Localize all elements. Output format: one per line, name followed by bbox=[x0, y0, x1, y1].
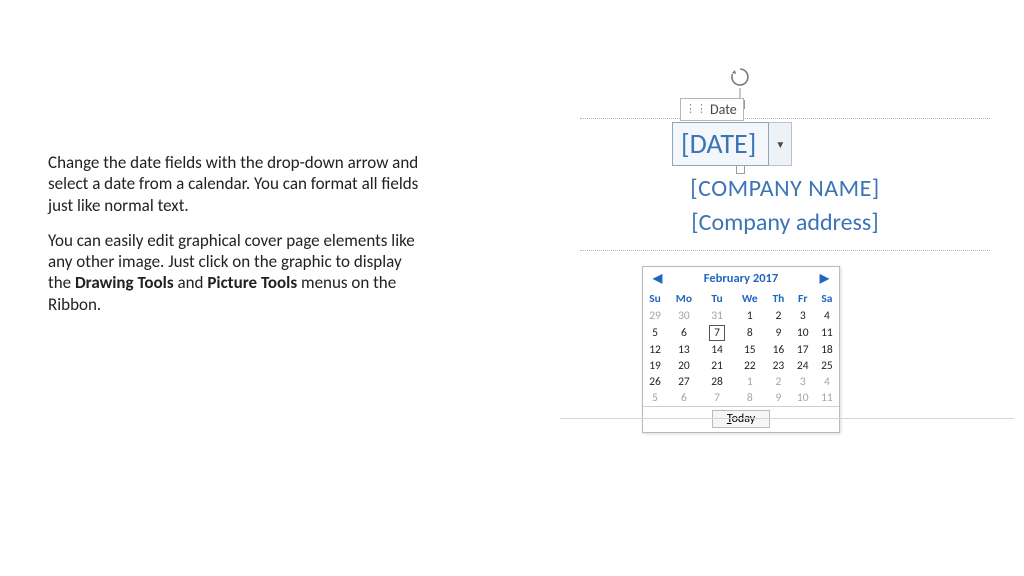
calendar-day[interactable]: 21 bbox=[701, 358, 734, 374]
rotate-handle-icon[interactable] bbox=[727, 64, 753, 90]
calendar-day[interactable]: 9 bbox=[766, 390, 791, 406]
calendar-day[interactable]: 28 bbox=[701, 374, 734, 390]
company-name-placeholder[interactable]: [COMPANY NAME] bbox=[580, 174, 990, 203]
calendar-day[interactable]: 25 bbox=[815, 358, 839, 374]
calendar-day[interactable]: 20 bbox=[667, 358, 701, 374]
picture-tools-label: Picture Tools bbox=[207, 272, 297, 293]
calendar-today-button[interactable]: Today bbox=[712, 410, 770, 428]
calendar-day[interactable]: 13 bbox=[667, 342, 701, 358]
calendar-prev-button[interactable]: ◀ bbox=[649, 271, 666, 286]
chevron-down-icon: ▼ bbox=[775, 138, 785, 151]
date-picker-calendar: ◀ February 2017 ▶ Su Mo Tu We Th Fr Sa bbox=[642, 266, 840, 433]
calendar-day[interactable]: 11 bbox=[815, 324, 839, 342]
calendar-day[interactable]: 29 bbox=[643, 308, 667, 324]
calendar-day[interactable]: 31 bbox=[701, 308, 734, 324]
date-dropdown-button[interactable]: ▼ bbox=[769, 122, 792, 166]
dow-mo: Mo bbox=[667, 290, 701, 308]
content-control-tag-label: Date bbox=[710, 101, 737, 118]
dow-su: Su bbox=[643, 290, 667, 308]
calendar-day[interactable]: 10 bbox=[791, 390, 815, 406]
calendar-header: ◀ February 2017 ▶ bbox=[643, 267, 839, 290]
calendar-day[interactable]: 5 bbox=[643, 390, 667, 406]
dow-tu: Tu bbox=[701, 290, 734, 308]
calendar-day[interactable]: 18 bbox=[815, 342, 839, 358]
calendar-day[interactable]: 5 bbox=[643, 324, 667, 342]
calendar-day[interactable]: 22 bbox=[733, 358, 766, 374]
calendar-day[interactable]: 10 bbox=[791, 324, 815, 342]
calendar-day[interactable]: 23 bbox=[766, 358, 791, 374]
calendar-next-button[interactable]: ▶ bbox=[816, 271, 833, 286]
instruction-p2: You can easily edit graphical cover page… bbox=[48, 230, 428, 315]
date-value[interactable]: [DATE] bbox=[672, 122, 769, 166]
calendar-footer: Today bbox=[643, 406, 839, 432]
company-address-placeholder[interactable]: [Company address] bbox=[580, 208, 990, 237]
page-baseline bbox=[560, 418, 1014, 419]
dow-fr: Fr bbox=[791, 290, 815, 308]
guide-line-top bbox=[580, 118, 990, 119]
calendar-week: 2627281234 bbox=[643, 374, 839, 390]
calendar-day[interactable]: 4 bbox=[815, 374, 839, 390]
dow-th: Th bbox=[766, 290, 791, 308]
calendar-week: 2930311234 bbox=[643, 308, 839, 324]
calendar-week: 12131415161718 bbox=[643, 342, 839, 358]
drawing-tools-label: Drawing Tools bbox=[75, 272, 174, 293]
guide-line-bottom bbox=[580, 250, 990, 251]
calendar-day[interactable]: 16 bbox=[766, 342, 791, 358]
calendar-day[interactable]: 2 bbox=[766, 308, 791, 324]
dow-sa: Sa bbox=[815, 290, 839, 308]
calendar-day[interactable]: 3 bbox=[791, 374, 815, 390]
calendar-day[interactable]: 2 bbox=[766, 374, 791, 390]
calendar-day[interactable]: 17 bbox=[791, 342, 815, 358]
calendar-week: 567891011 bbox=[643, 324, 839, 342]
calendar-day[interactable]: 1 bbox=[733, 308, 766, 324]
calendar-dow-row: Su Mo Tu We Th Fr Sa bbox=[643, 290, 839, 308]
calendar-day[interactable]: 7 bbox=[701, 390, 734, 406]
calendar-week: 567891011 bbox=[643, 390, 839, 406]
instruction-p1: Change the date fields with the drop-dow… bbox=[48, 152, 428, 216]
calendar-month-title[interactable]: February 2017 bbox=[704, 271, 778, 286]
calendar-day[interactable]: 19 bbox=[643, 358, 667, 374]
today-label-rest: oday bbox=[732, 412, 756, 426]
calendar-week: 19202122232425 bbox=[643, 358, 839, 374]
calendar-day[interactable]: 14 bbox=[701, 342, 734, 358]
page-root: Change the date fields with the drop-dow… bbox=[0, 0, 1024, 576]
calendar-day[interactable]: 15 bbox=[733, 342, 766, 358]
instruction-p2-c: and bbox=[174, 272, 208, 293]
calendar-day[interactable]: 1 bbox=[733, 374, 766, 390]
calendar-day[interactable]: 4 bbox=[815, 308, 839, 324]
selection-handle-bottom[interactable] bbox=[736, 165, 745, 174]
calendar-day[interactable]: 7 bbox=[701, 324, 734, 342]
calendar-day[interactable]: 30 bbox=[667, 308, 701, 324]
dow-we: We bbox=[733, 290, 766, 308]
calendar-day[interactable]: 6 bbox=[667, 390, 701, 406]
grip-icon: ⋮⋮ bbox=[685, 106, 707, 113]
calendar-day[interactable]: 8 bbox=[733, 390, 766, 406]
calendar-day[interactable]: 3 bbox=[791, 308, 815, 324]
calendar-day[interactable]: 26 bbox=[643, 374, 667, 390]
calendar-day[interactable]: 8 bbox=[733, 324, 766, 342]
calendar-grid: Su Mo Tu We Th Fr Sa 2930311234567891011… bbox=[643, 290, 839, 406]
calendar-day[interactable]: 11 bbox=[815, 390, 839, 406]
calendar-body: 2930311234567891011121314151617181920212… bbox=[643, 308, 839, 406]
instruction-text: Change the date fields with the drop-dow… bbox=[48, 152, 428, 329]
calendar-day[interactable]: 24 bbox=[791, 358, 815, 374]
calendar-day[interactable]: 6 bbox=[667, 324, 701, 342]
date-content-control[interactable]: [DATE] ▼ bbox=[672, 122, 792, 166]
calendar-day[interactable]: 12 bbox=[643, 342, 667, 358]
calendar-day[interactable]: 27 bbox=[667, 374, 701, 390]
calendar-day[interactable]: 9 bbox=[766, 324, 791, 342]
content-control-tag[interactable]: ⋮⋮ Date bbox=[680, 98, 744, 121]
